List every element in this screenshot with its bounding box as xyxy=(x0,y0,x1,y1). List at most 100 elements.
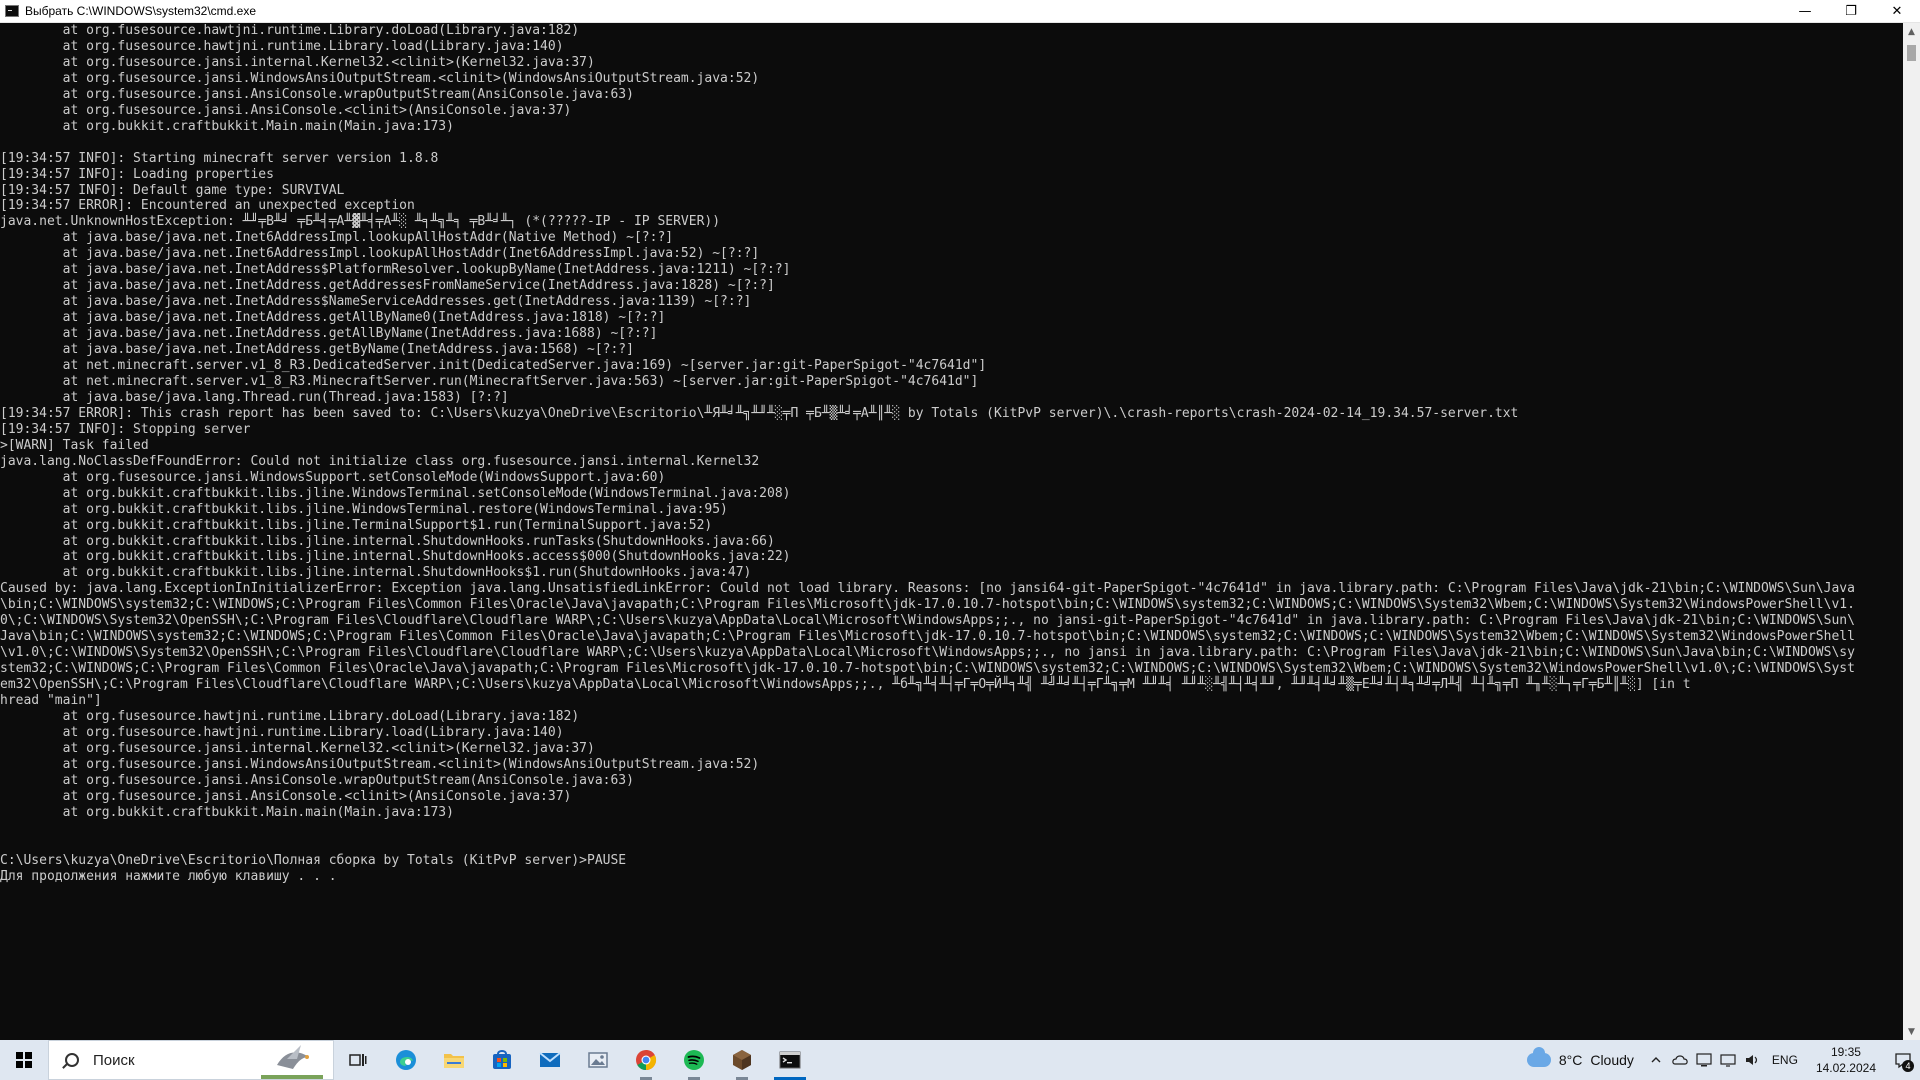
cloud-icon xyxy=(1526,1047,1551,1067)
console-line: at org.fusesource.jansi.WindowsAnsiOutpu… xyxy=(0,70,760,86)
file-explorer-button[interactable] xyxy=(430,1040,478,1080)
minimize-button[interactable]: — xyxy=(1782,0,1828,23)
start-button[interactable] xyxy=(0,1040,48,1080)
console-line: at org.fusesource.hawtjni.runtime.Librar… xyxy=(0,724,564,740)
network-icon xyxy=(1696,1053,1712,1067)
console-line: em32\OpenSSH\;C:\Program Files\Cloudflar… xyxy=(0,677,1691,693)
console-line: hread "main"] xyxy=(0,693,102,709)
photos-button[interactable] xyxy=(574,1040,622,1080)
cloudflare-warp-tray[interactable] xyxy=(1668,1040,1692,1080)
chrome-button[interactable] xyxy=(622,1040,670,1080)
taskbar-search-box[interactable]: Поиск xyxy=(48,1040,334,1080)
console-line: \bin;C:\WINDOWS\system32;C:\WINDOWS;C:\P… xyxy=(0,597,1855,613)
console-line: at org.fusesource.jansi.AnsiConsole.wrap… xyxy=(0,772,634,788)
microsoft-store-button[interactable] xyxy=(478,1040,526,1080)
scroll-down-button[interactable]: ▼ xyxy=(1903,1023,1920,1040)
cmd-taskbar-button[interactable] xyxy=(766,1040,814,1080)
console-line: at org.fusesource.hawtjni.runtime.Librar… xyxy=(0,38,564,54)
console-line: at org.fusesource.hawtjni.runtime.Librar… xyxy=(0,23,580,38)
console-line: at org.fusesource.jansi.internal.Kernel3… xyxy=(0,54,595,70)
taskbar: Поиск 8°C Cloudy ENG 19:35 14.02.2024 4 xyxy=(0,1040,1920,1080)
console-line: C:\Users\kuzya\OneDrive\Escritorio\Полна… xyxy=(0,852,627,868)
network-tray[interactable] xyxy=(1692,1040,1716,1080)
console-line: at org.bukkit.craftbukkit.libs.jline.Ter… xyxy=(0,517,713,533)
task-view-button[interactable] xyxy=(334,1040,382,1080)
console-line: at org.bukkit.craftbukkit.libs.jline.Win… xyxy=(0,485,791,501)
display-tray[interactable] xyxy=(1716,1040,1740,1080)
console-line: at org.bukkit.craftbukkit.Main.main(Main… xyxy=(0,118,454,134)
console-line: stem32;C:\WINDOWS;C:\Program Files\Commo… xyxy=(0,661,1855,677)
spotify-icon xyxy=(684,1050,704,1070)
console-output[interactable]: at org.fusesource.hawtjni.runtime.Librar… xyxy=(0,23,1900,1040)
console-line: at java.base/java.net.InetAddress.getByN… xyxy=(0,342,634,358)
console-line: Java\bin;C:\WINDOWS\system32;C:\WINDOWS;… xyxy=(0,629,1855,645)
console-line: at org.fusesource.jansi.AnsiConsole.wrap… xyxy=(0,86,634,102)
show-hidden-icons-button[interactable] xyxy=(1644,1040,1668,1080)
console-line: at org.fusesource.jansi.WindowsSupport.s… xyxy=(0,469,666,485)
console-line: java.net.UnknownHostException: ╨╜╤В╨╛ ╤Б… xyxy=(0,214,721,230)
photos-icon xyxy=(588,1052,608,1068)
close-button[interactable]: ✕ xyxy=(1874,0,1920,23)
console-line: at java.base/java.net.InetAddress$Platfo… xyxy=(0,262,791,278)
search-placeholder: Поиск xyxy=(93,1051,135,1069)
minecraft-button[interactable] xyxy=(718,1040,766,1080)
monitor-icon xyxy=(1720,1054,1736,1067)
scroll-up-button[interactable]: ▲ xyxy=(1903,23,1920,40)
store-icon xyxy=(493,1050,511,1069)
console-line: at java.base/java.net.InetAddress.getAll… xyxy=(0,310,666,326)
notification-count-badge: 4 xyxy=(1902,1060,1914,1072)
cloud-outline-icon xyxy=(1672,1055,1688,1065)
clock-time: 19:35 xyxy=(1830,1045,1861,1059)
spotify-button[interactable] xyxy=(670,1040,718,1080)
cmd-app-icon xyxy=(5,5,19,17)
weather-widget[interactable]: 8°C Cloudy xyxy=(1517,1047,1644,1068)
speaker-icon xyxy=(1745,1055,1758,1065)
console-line: at net.minecraft.server.v1_8_R3.Dedicate… xyxy=(0,358,987,374)
terminal-icon xyxy=(779,1051,801,1069)
weather-temperature: 8°C xyxy=(1558,1052,1583,1068)
window-title: Выбрать C:\WINDOWS\system32\cmd.exe xyxy=(25,4,257,18)
console-line: at org.fusesource.jansi.AnsiConsole.<cli… xyxy=(0,102,572,118)
mail-icon xyxy=(539,1052,561,1067)
edge-taskbar-button[interactable] xyxy=(382,1040,430,1080)
console-line: at org.bukkit.craftbukkit.libs.jline.int… xyxy=(0,533,775,549)
window-titlebar[interactable]: Выбрать C:\WINDOWS\system32\cmd.exe — ❐ … xyxy=(0,0,1920,23)
console-line: at org.bukkit.craftbukkit.Main.main(Main… xyxy=(0,804,454,820)
input-language[interactable]: ENG xyxy=(1764,1053,1806,1067)
maximize-button[interactable]: ❐ xyxy=(1828,0,1874,23)
console-line: [19:34:57 INFO]: Default game type: SURV… xyxy=(0,182,345,198)
mail-button[interactable] xyxy=(526,1040,574,1080)
console-line: >[WARN] Task failed xyxy=(0,437,149,453)
volume-tray[interactable] xyxy=(1740,1040,1764,1080)
console-line: at org.fusesource.hawtjni.runtime.Librar… xyxy=(0,708,580,724)
console-line: at org.fusesource.jansi.AnsiConsole.<cli… xyxy=(0,788,572,804)
console-line: [19:34:57 INFO]: Starting minecraft serv… xyxy=(0,150,439,166)
console-line: at net.minecraft.server.v1_8_R3.Minecraf… xyxy=(0,373,979,389)
console-line: Для продолжения нажмите любую клавишу . … xyxy=(0,868,337,884)
clock-date: 14.02.2024 xyxy=(1815,1061,1876,1075)
console-line: at org.fusesource.jansi.internal.Kernel3… xyxy=(0,740,595,756)
search-icon xyxy=(65,1053,79,1067)
console-line: at org.bukkit.craftbukkit.libs.jline.Win… xyxy=(0,501,728,517)
system-tray: 8°C Cloudy ENG 19:35 14.02.2024 4 xyxy=(1517,1040,1920,1080)
vertical-scrollbar[interactable]: ▲ ▼ xyxy=(1903,23,1920,1040)
chevron-up-icon xyxy=(1651,1057,1661,1063)
search-highlight-bird-icon xyxy=(261,1045,323,1079)
scrollbar-thumb[interactable] xyxy=(1907,45,1916,61)
folder-icon xyxy=(444,1054,464,1068)
notification-center-button[interactable]: 4 xyxy=(1886,1040,1920,1080)
console-line: [19:34:57 ERROR]: Encountered an unexpec… xyxy=(0,198,415,214)
windows-logo-icon xyxy=(16,1052,32,1068)
console-line: at org.bukkit.craftbukkit.libs.jline.int… xyxy=(0,565,752,581)
console-text[interactable]: at org.fusesource.hawtjni.runtime.Librar… xyxy=(0,23,1900,884)
minecraft-icon xyxy=(733,1050,751,1070)
console-line: at org.fusesource.jansi.WindowsAnsiOutpu… xyxy=(0,756,760,772)
weather-condition: Cloudy xyxy=(1590,1052,1634,1068)
console-line: \v1.0\;C:\WINDOWS\System32\OpenSSH\;C:\P… xyxy=(0,645,1855,661)
console-line: 0\;C:\WINDOWS\System32\OpenSSH\;C:\Progr… xyxy=(0,613,1855,629)
console-line: at java.base/java.lang.Thread.run(Thread… xyxy=(0,389,509,405)
task-view-icon xyxy=(349,1054,367,1066)
taskbar-clock[interactable]: 19:35 14.02.2024 xyxy=(1806,1044,1886,1076)
console-line: at java.base/java.net.InetAddress.getAll… xyxy=(0,326,658,342)
console-line: [19:34:57 ERROR]: This crash report has … xyxy=(0,405,1519,421)
